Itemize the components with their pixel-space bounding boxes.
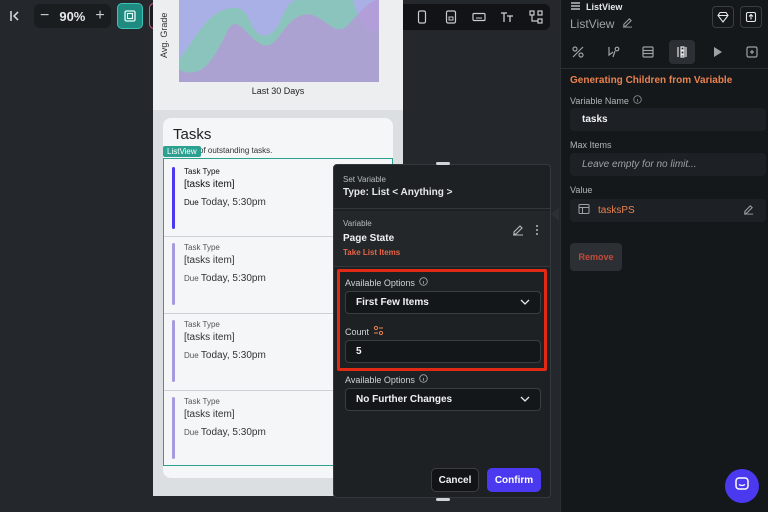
variable-name-label: Variable Name bbox=[570, 95, 642, 106]
list-item[interactable]: Task Type [tasks item] Due Today, 5:30pm bbox=[172, 316, 332, 386]
collapse-panel-icon[interactable] bbox=[4, 4, 28, 28]
variable-action: Take List Items bbox=[343, 248, 401, 257]
task-type: Task Type bbox=[184, 397, 220, 406]
max-items-input[interactable]: Leave empty for no limit... bbox=[570, 153, 766, 176]
tab-actions[interactable] bbox=[600, 40, 626, 64]
variable-name-input[interactable]: tasks bbox=[570, 108, 766, 131]
task-name: [tasks item] bbox=[184, 179, 235, 190]
keyboard-icon[interactable] bbox=[470, 8, 488, 26]
diamond-icon[interactable] bbox=[712, 6, 734, 28]
available-options-label-2: Available Options bbox=[345, 374, 428, 385]
canvas-toolbar-right bbox=[380, 4, 550, 30]
tab-backend-query[interactable] bbox=[635, 40, 661, 64]
canvas-area: − 90% + Avg. Grade Last 30 Days Tasks ma… bbox=[0, 0, 560, 512]
list-item[interactable]: Task Type [tasks item] Due Today, 5:30pm bbox=[172, 163, 332, 233]
edit-icon[interactable] bbox=[743, 204, 754, 218]
info-icon bbox=[419, 374, 428, 385]
list-icon bbox=[571, 2, 580, 12]
value-variable: tasksPS bbox=[598, 205, 635, 216]
chart-plot bbox=[179, 0, 379, 82]
grade-chart: Avg. Grade Last 30 Days bbox=[153, 0, 403, 110]
max-items-label: Max Items bbox=[570, 140, 612, 150]
task-type: Task Type bbox=[184, 320, 220, 329]
panel-tabs bbox=[565, 40, 765, 64]
task-due: Due Today, 5:30pm bbox=[184, 273, 266, 284]
highlight-box bbox=[337, 269, 547, 371]
tab-properties[interactable] bbox=[565, 40, 591, 64]
edit-icon[interactable] bbox=[622, 17, 633, 31]
phone-icon[interactable] bbox=[413, 8, 431, 26]
canvas-toolbar-left: − 90% + bbox=[4, 3, 175, 29]
divider bbox=[561, 68, 768, 69]
value-label: Value bbox=[570, 185, 593, 195]
zoom-control: − 90% + bbox=[34, 4, 111, 28]
cancel-button[interactable]: Cancel bbox=[431, 468, 479, 492]
dialog-header: Set Variable Type: List < Anything > bbox=[334, 165, 550, 209]
list-item[interactable]: Task Type [tasks item] Due Today, 5:30pm bbox=[172, 393, 332, 463]
panel-pointer bbox=[551, 207, 559, 221]
widget-name[interactable]: ListView bbox=[570, 17, 633, 31]
zoom-in-button[interactable]: + bbox=[95, 7, 104, 25]
chart-x-axis-label: Last 30 Days bbox=[251, 86, 305, 96]
drag-handle[interactable] bbox=[436, 498, 450, 501]
task-type: Task Type bbox=[184, 243, 220, 252]
task-due: Due Today, 5:30pm bbox=[184, 197, 266, 208]
task-type: Task Type bbox=[184, 167, 220, 176]
list-item[interactable]: Task Type [tasks item] Due Today, 5:30pm bbox=[172, 239, 332, 309]
more-vertical-icon[interactable] bbox=[534, 223, 540, 241]
task-name: [tasks item] bbox=[184, 255, 235, 266]
edit-icon[interactable] bbox=[512, 223, 524, 241]
listview-tag[interactable]: ListView bbox=[163, 146, 201, 157]
zoom-level: 90% bbox=[59, 8, 86, 24]
add-widget-button[interactable] bbox=[116, 3, 143, 29]
task-name: [tasks item] bbox=[184, 409, 235, 420]
confirm-button[interactable]: Confirm bbox=[487, 468, 541, 492]
further-changes-dropdown[interactable]: No Further Changes bbox=[345, 388, 541, 411]
task-name: [tasks item] bbox=[184, 332, 235, 343]
chart-y-axis-label: Avg. Grade bbox=[159, 12, 169, 58]
tab-docs[interactable] bbox=[739, 40, 765, 64]
zoom-out-button[interactable]: − bbox=[40, 7, 49, 25]
dialog-header-label: Set Variable bbox=[343, 175, 386, 184]
remove-button[interactable]: Remove bbox=[570, 243, 622, 271]
tablet-icon[interactable] bbox=[442, 8, 460, 26]
text-size-icon[interactable] bbox=[498, 8, 516, 26]
info-icon bbox=[633, 95, 642, 106]
widget-type: ListView bbox=[571, 2, 622, 12]
tab-generate-children[interactable] bbox=[669, 40, 696, 64]
section-title: Generating Children from Variable bbox=[570, 75, 733, 86]
dropdown-value: No Further Changes bbox=[356, 394, 453, 405]
task-due: Due Today, 5:30pm bbox=[184, 350, 266, 361]
tree-icon[interactable] bbox=[527, 8, 545, 26]
properties-panel: ListView ListView Generating Children fr… bbox=[560, 0, 768, 512]
variable-section[interactable]: Variable Page State Take List Items bbox=[334, 211, 550, 267]
chat-support-button[interactable] bbox=[725, 469, 759, 503]
tab-animations[interactable] bbox=[704, 40, 730, 64]
export-icon[interactable] bbox=[740, 6, 762, 28]
task-due: Due Today, 5:30pm bbox=[184, 427, 266, 438]
dialog-header-type: Type: List < Anything > bbox=[343, 187, 453, 198]
chat-icon bbox=[734, 476, 750, 497]
chevron-down-icon bbox=[520, 394, 530, 405]
value-field[interactable]: tasksPS bbox=[570, 199, 766, 222]
tasks-title: Tasks bbox=[173, 126, 212, 143]
table-icon bbox=[578, 203, 590, 218]
